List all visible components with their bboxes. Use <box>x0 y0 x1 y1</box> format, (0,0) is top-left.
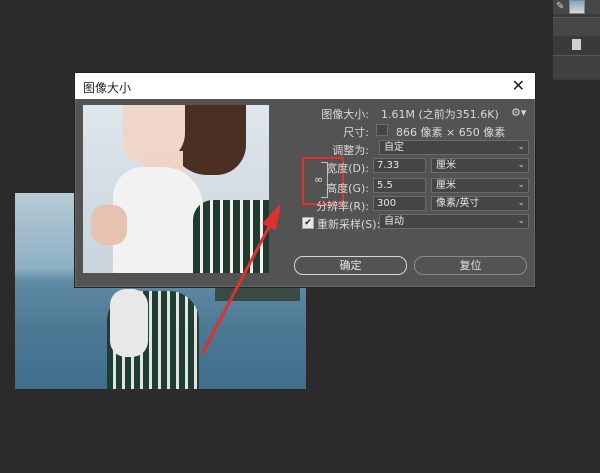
fit-to-select[interactable]: 自定 ⌄ <box>379 140 529 155</box>
resolution-label: 分辨率(R): <box>316 200 369 213</box>
dialog-titlebar: 图像大小 ✕ <box>75 73 535 99</box>
resample-checkbox[interactable]: ✔ <box>302 217 314 229</box>
dialog-title: 图像大小 <box>83 81 132 95</box>
document-icon[interactable] <box>572 39 581 50</box>
height-unit-value: 厘米 <box>436 180 456 191</box>
preview-hand <box>91 205 127 245</box>
reset-button[interactable]: 复位 <box>414 256 527 275</box>
resample-label: 重新采样(S): <box>317 218 381 231</box>
height-unit-select[interactable]: 厘米 ⌄ <box>431 178 529 193</box>
ok-button[interactable]: 确定 <box>294 256 407 275</box>
width-input[interactable]: 7.33 <box>373 158 426 173</box>
scarf <box>110 289 148 357</box>
right-panel: ✎ <box>553 0 600 80</box>
island <box>215 287 300 301</box>
dimensions-unit-dropdown[interactable] <box>376 124 388 136</box>
height-input[interactable]: 5.5 <box>373 178 426 193</box>
resample-value: 自动 <box>384 216 404 227</box>
image-size-label: 图像大小: <box>321 108 369 121</box>
image-size-dialog: 图像大小 ✕ 图像大小: 1.61M (之前为351.6K) ⚙▾ 尺寸: 86… <box>74 72 536 288</box>
chevron-down-icon: ⌄ <box>517 216 525 226</box>
dimensions-label: 尺寸: <box>343 126 369 139</box>
preview-sweater <box>193 200 269 273</box>
panel-tab-row: ✎ <box>553 0 600 14</box>
resolution-unit-value: 像素/英寸 <box>436 198 480 209</box>
resolution-input[interactable]: 300 <box>373 196 426 211</box>
resample-select[interactable]: 自动 ⌄ <box>379 214 529 229</box>
chevron-down-icon: ⌄ <box>517 180 525 190</box>
layer-thumbnail[interactable] <box>569 0 585 14</box>
brush-icon[interactable]: ✎ <box>556 1 564 12</box>
height-label: 高度(G): <box>326 182 369 195</box>
width-unit-select[interactable]: 厘米 ⌄ <box>431 158 529 173</box>
image-size-value: 1.61M (之前为351.6K) <box>381 108 499 121</box>
gear-icon[interactable]: ⚙▾ <box>511 106 526 119</box>
width-label: 宽度(D): <box>326 162 369 175</box>
dimensions-value: 866 像素 × 650 像素 <box>396 126 506 139</box>
panel-row <box>553 55 600 78</box>
fit-to-value: 自定 <box>384 142 404 153</box>
fit-to-label: 调整为: <box>332 144 369 157</box>
width-unit-value: 厘米 <box>436 160 456 171</box>
chevron-down-icon: ⌄ <box>517 198 525 208</box>
image-preview[interactable] <box>83 105 269 273</box>
resolution-unit-select[interactable]: 像素/英寸 ⌄ <box>431 196 529 211</box>
chevron-down-icon: ⌄ <box>517 142 525 152</box>
panel-row <box>553 17 600 50</box>
chevron-down-icon: ⌄ <box>517 160 525 170</box>
close-icon[interactable]: ✕ <box>512 76 525 95</box>
